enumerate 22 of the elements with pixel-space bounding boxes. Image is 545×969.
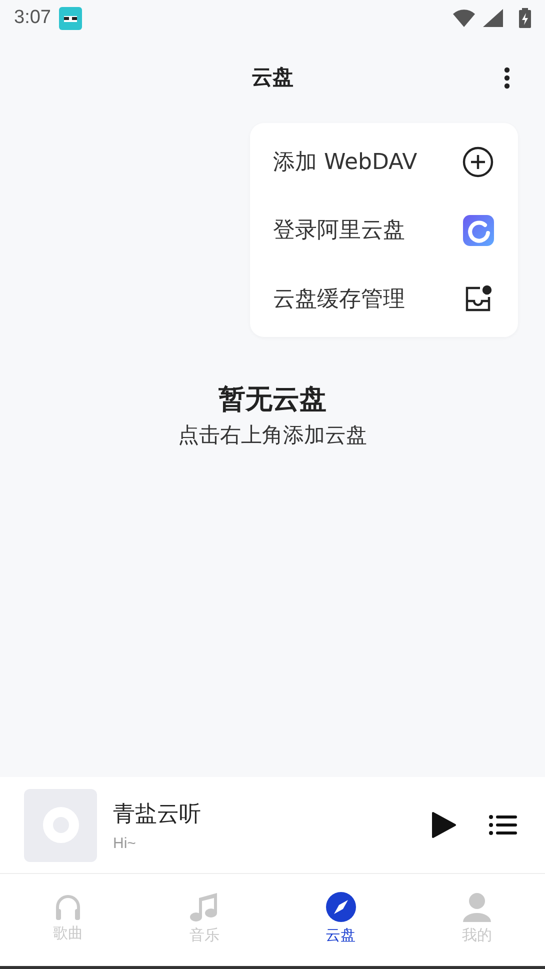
page-title: 云盘 [252, 64, 294, 91]
nav-tab[interactable]: 云盘 [272, 874, 409, 966]
empty-hint: 点击右上角添加云盘 [178, 422, 367, 448]
menu-item[interactable]: 登录阿里云盘 [250, 200, 518, 260]
menu-item[interactable]: 添加 WebDAV [250, 132, 518, 192]
play-button[interactable] [431, 811, 457, 839]
song-title: 青盐云听 [113, 800, 202, 828]
app-notification-icon [58, 6, 82, 30]
wifi-icon [453, 9, 475, 27]
compass-icon [326, 892, 356, 922]
more-icon [504, 67, 510, 89]
add-icon [462, 146, 494, 178]
menu-item[interactable]: 云盘缓存管理 [250, 268, 518, 328]
music-note-icon [190, 892, 218, 922]
cloud-drive-logo-icon [463, 214, 494, 246]
battery-icon [519, 8, 531, 28]
song-subtitle: Hi~ [113, 834, 137, 852]
signal-icon [483, 9, 503, 27]
playlist-button[interactable] [489, 814, 517, 836]
status-time: 3:07 [14, 7, 51, 29]
person-icon [462, 892, 492, 922]
empty-title: 暂无云盘 [218, 382, 326, 416]
